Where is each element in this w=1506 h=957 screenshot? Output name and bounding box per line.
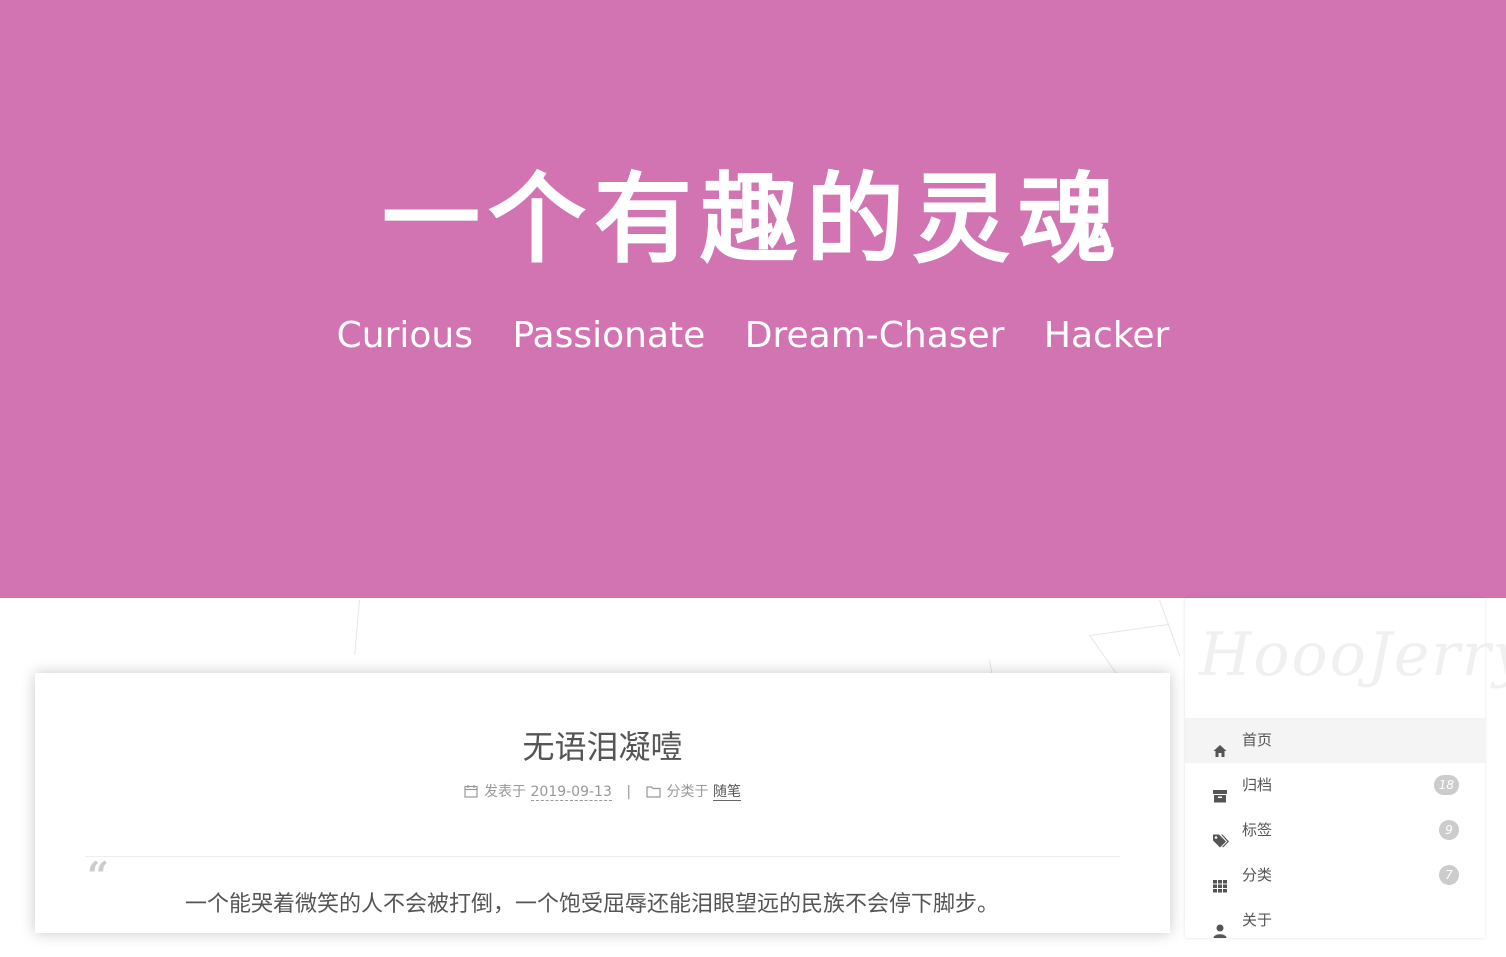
post-category-link[interactable]: 随笔 (712, 784, 741, 801)
menu-item-label: 归档 (1242, 776, 1273, 794)
hero-banner: 一个有趣的灵魂 Curious Passionate Dream-Chaser … (0, 0, 1506, 598)
folder-icon (645, 783, 661, 805)
menu-item-tags[interactable]: 标签 9 (1185, 808, 1485, 853)
subtitle-word: Passionate (512, 315, 706, 356)
background-line (1090, 623, 1170, 636)
archive-icon (1212, 777, 1228, 803)
user-icon (1212, 912, 1228, 938)
menu-item-label: 标签 (1242, 821, 1273, 839)
sidebar-menu: 首页 归档 18 标签 9 分类 7 关于 (1185, 718, 1485, 943)
post-meta: 发表于 2019-09-13 | 分类于 随笔 (35, 781, 1170, 805)
tags-count-badge: 9 (1439, 820, 1459, 840)
posted-label: 发表于 (484, 784, 527, 800)
menu-item-home[interactable]: 首页 (1185, 718, 1485, 763)
grid-icon (1212, 867, 1228, 893)
site-subtitle: Curious Passionate Dream-Chaser Hacker (0, 314, 1506, 358)
calendar-icon (464, 783, 478, 805)
background-line (354, 599, 360, 655)
post-excerpt: 一个能哭着微笑的人不会被打倒，一个饱受屈辱还能泪眼望远的民族不会停下脚步。 (185, 892, 1000, 917)
menu-item-label: 首页 (1242, 731, 1273, 749)
archive-count-badge: 18 (1433, 775, 1459, 795)
quote-mark-icon: “ (87, 853, 109, 898)
home-icon (1212, 732, 1228, 757)
site-title: 一个有趣的灵魂 (381, 163, 1124, 277)
tags-icon (1212, 822, 1229, 848)
subtitle-word: Dream-Chaser (744, 315, 1005, 356)
meta-separator: | (626, 784, 632, 800)
post-divider (85, 856, 1120, 857)
subtitle-word: Hacker (1043, 315, 1170, 356)
menu-item-categories[interactable]: 分类 7 (1185, 853, 1485, 898)
site-brand-logo[interactable]: HoooJerry (1199, 610, 1506, 700)
menu-item-archive[interactable]: 归档 18 (1185, 763, 1485, 808)
post-card: 无语泪凝噎 发表于 2019-09-13 | 分类于 随笔 “ 一个能哭着微笑的… (35, 673, 1170, 933)
categories-count-badge: 7 (1439, 865, 1459, 885)
sidebar: HoooJerry 首页 归档 18 标签 9 分类 7 关于 (1185, 598, 1506, 938)
category-label: 分类于 (666, 784, 709, 800)
subtitle-word: Curious (336, 315, 473, 356)
menu-item-about[interactable]: 关于 (1185, 898, 1485, 943)
post-title[interactable]: 无语泪凝噎 (35, 725, 1170, 769)
menu-item-label: 分类 (1242, 866, 1273, 884)
background-line (1159, 600, 1181, 657)
post-date[interactable]: 2019-09-13 (530, 784, 612, 801)
menu-item-label: 关于 (1242, 911, 1273, 929)
